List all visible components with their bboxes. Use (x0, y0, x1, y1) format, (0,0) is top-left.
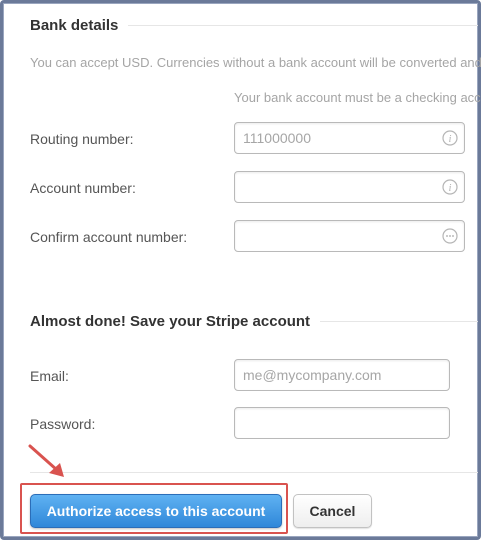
account-number-input[interactable]: i (234, 171, 465, 203)
svg-text:i: i (449, 134, 452, 145)
info-icon[interactable]: i (442, 130, 458, 146)
info-icon[interactable]: i (442, 179, 458, 195)
footer-divider (30, 472, 478, 473)
section-divider (320, 321, 478, 322)
routing-number-input[interactable]: 111000000 i (234, 122, 465, 154)
email-field[interactable]: me@mycompany.com (234, 359, 450, 391)
cancel-button[interactable]: Cancel (293, 494, 372, 528)
bank-details-title: Bank details (30, 17, 119, 34)
confirm-account-number-label: Confirm account number: (30, 229, 188, 245)
routing-number-label: Routing number: (30, 131, 134, 147)
save-account-title: Almost done! Save your Stripe account (30, 313, 311, 330)
ellipsis-icon[interactable] (442, 228, 458, 244)
currency-hint: You can accept USD. Currencies without a… (30, 55, 481, 70)
section-divider (128, 25, 478, 26)
authorize-access-button[interactable]: Authorize access to this account (30, 494, 282, 528)
password-label: Password: (30, 416, 96, 432)
svg-text:i: i (449, 183, 452, 194)
email-label: Email: (30, 368, 69, 384)
window-frame (0, 0, 481, 540)
password-field[interactable] (234, 407, 450, 439)
email-placeholder: me@mycompany.com (243, 367, 382, 383)
confirm-account-number-input[interactable] (234, 220, 465, 252)
routing-number-placeholder: 111000000 (243, 130, 311, 146)
account-number-label: Account number: (30, 180, 136, 196)
annotation-arrow-icon (28, 444, 64, 477)
checking-account-hint: Your bank account must be a checking acc (234, 90, 481, 105)
